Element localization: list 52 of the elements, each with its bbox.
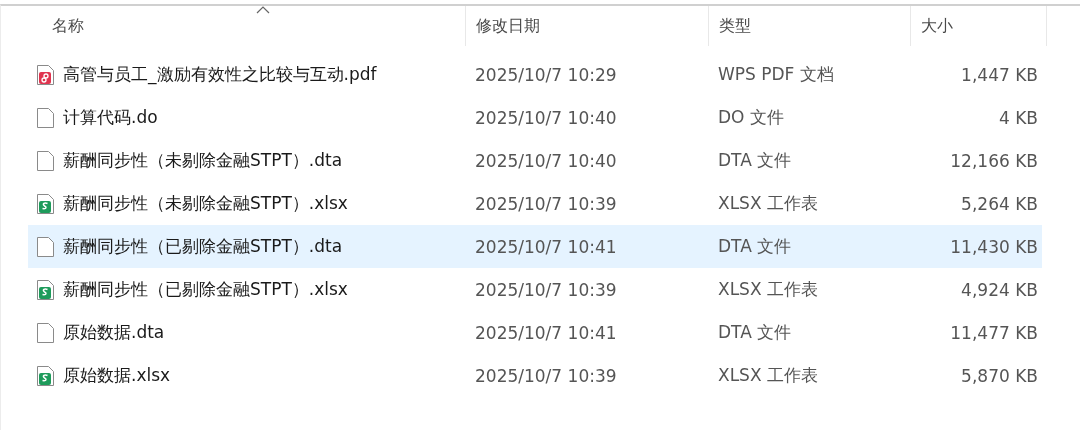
spreadsheet-file-icon bbox=[36, 192, 55, 215]
file-type: XLSX 工作表 bbox=[717, 278, 819, 301]
file-row[interactable]: 原始数据.dta 2025/10/7 10:41 DTA 文件 11,477 KB bbox=[28, 311, 1042, 354]
file-type: DTA 文件 bbox=[717, 321, 793, 344]
modified-date: 2025/10/7 10:39 bbox=[474, 193, 618, 214]
file-name: 薪酬同步性（未剔除金融STPT）.dta bbox=[63, 149, 344, 172]
spreadsheet-file-icon bbox=[36, 278, 55, 301]
pdf-file-icon bbox=[36, 63, 55, 86]
file-name: 原始数据.xlsx bbox=[63, 364, 172, 387]
modified-date: 2025/10/7 10:39 bbox=[474, 365, 618, 386]
file-row[interactable]: 薪酬同步性（已剔除金融STPT）.xlsx 2025/10/7 10:39 XLSX 工作表 4,924 KB bbox=[28, 268, 1042, 311]
file-row[interactable]: 高管与员工_激励有效性之比较与互动.pdf 2025/10/7 10:29 WPS PDF 文档 1,447 KB bbox=[28, 53, 1042, 96]
file-size: 5,264 KB bbox=[960, 193, 1039, 214]
file-type: DTA 文件 bbox=[717, 235, 793, 258]
file-row[interactable]: 计算代码.do 2025/10/7 10:40 DO 文件 4 KB bbox=[28, 96, 1042, 139]
file-size: 4 KB bbox=[997, 107, 1039, 128]
file-size: 11,477 KB bbox=[949, 322, 1039, 343]
file-type: DO 文件 bbox=[717, 106, 785, 129]
file-icon bbox=[36, 321, 55, 344]
file-type: XLSX 工作表 bbox=[717, 192, 819, 215]
modified-date: 2025/10/7 10:40 bbox=[474, 150, 618, 171]
file-name: 薪酬同步性（已剔除金融STPT）.xlsx bbox=[63, 278, 349, 301]
file-size: 12,166 KB bbox=[949, 150, 1039, 171]
file-row[interactable]: 薪酬同步性（未剔除金融STPT）.dta 2025/10/7 10:40 DTA 文件 12,166 KB bbox=[28, 139, 1042, 182]
file-row[interactable]: 原始数据.xlsx 2025/10/7 10:39 XLSX 工作表 5,870 KB bbox=[28, 354, 1042, 397]
file-size: 11,430 KB bbox=[949, 236, 1039, 257]
modified-date: 2025/10/7 10:41 bbox=[474, 236, 618, 257]
column-header[interactable]: 大小 bbox=[911, 6, 1047, 46]
file-row[interactable]: 薪酬同步性（已剔除金融STPT）.dta 2025/10/7 10:41 DTA 文件 11,430 KB bbox=[28, 225, 1042, 268]
file-name: 高管与员工_激励有效性之比较与互动.pdf bbox=[63, 63, 378, 86]
modified-date: 2025/10/7 10:41 bbox=[474, 322, 618, 343]
column-header[interactable]: 名称 bbox=[16, 6, 466, 46]
file-type: DTA 文件 bbox=[717, 149, 793, 172]
file-row[interactable]: 薪酬同步性（未剔除金融STPT）.xlsx 2025/10/7 10:39 XLSX 工作表 5,264 KB bbox=[28, 182, 1042, 225]
file-name: 薪酬同步性（已剔除金融STPT）.dta bbox=[63, 235, 344, 258]
file-size: 1,447 KB bbox=[960, 64, 1039, 85]
file-name: 计算代码.do bbox=[63, 106, 159, 129]
file-type: WPS PDF 文档 bbox=[717, 63, 835, 86]
file-name: 薪酬同步性（未剔除金融STPT）.xlsx bbox=[63, 192, 349, 215]
file-icon bbox=[36, 149, 55, 172]
file-icon bbox=[36, 106, 55, 129]
column-header[interactable]: 修改日期 bbox=[466, 6, 709, 46]
file-name: 原始数据.dta bbox=[63, 321, 166, 344]
file-size: 4,924 KB bbox=[960, 279, 1039, 300]
modified-date: 2025/10/7 10:39 bbox=[474, 279, 618, 300]
column-header[interactable]: 类型 bbox=[709, 6, 911, 46]
spreadsheet-file-icon bbox=[36, 364, 55, 387]
modified-date: 2025/10/7 10:40 bbox=[474, 107, 618, 128]
modified-date: 2025/10/7 10:29 bbox=[474, 64, 618, 85]
file-icon bbox=[36, 235, 55, 258]
file-size: 5,870 KB bbox=[960, 365, 1039, 386]
file-type: XLSX 工作表 bbox=[717, 364, 819, 387]
